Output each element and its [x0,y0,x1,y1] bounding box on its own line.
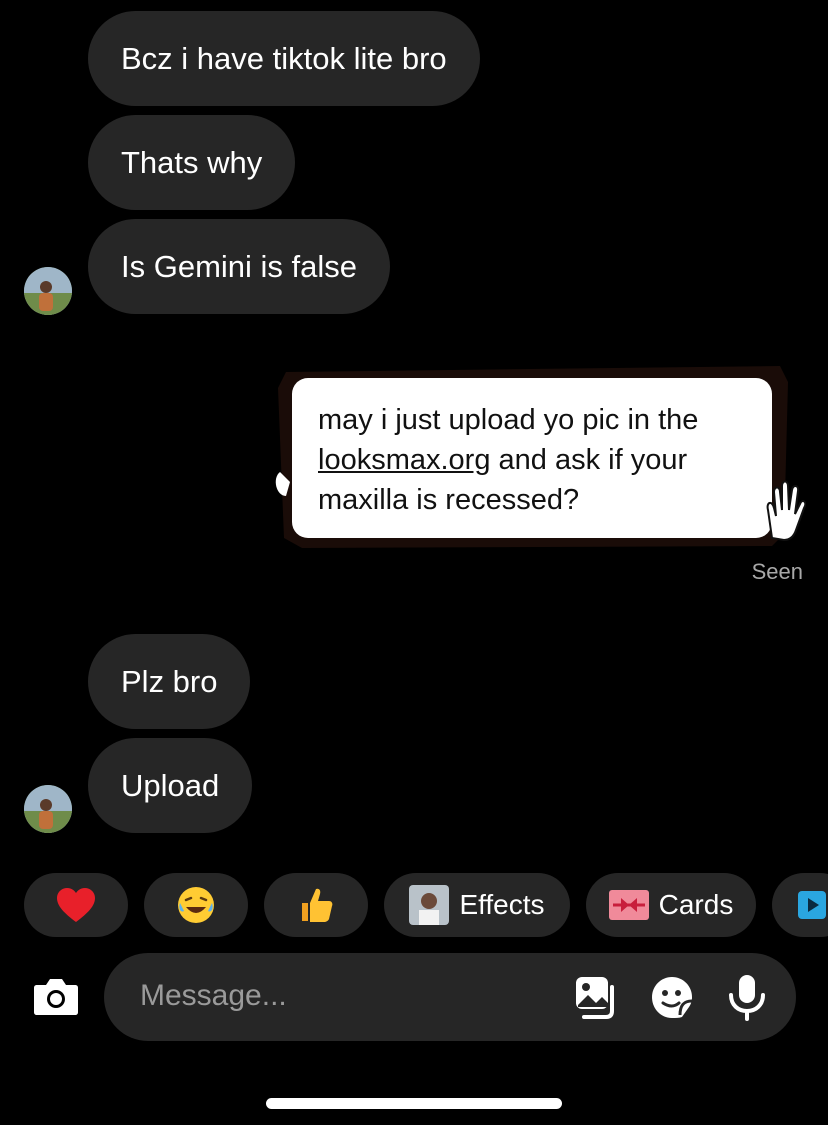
cards-chip[interactable]: Cards [586,873,756,937]
sticker-icon[interactable] [650,975,694,1019]
play-icon [798,891,826,919]
message-line: and ask if your [490,444,688,476]
effects-thumbnail-icon [409,885,450,925]
message-composer[interactable]: Message... [104,953,796,1041]
laughing-emoji-icon [178,887,214,923]
seen-status: Seen [751,559,803,584]
message-bubble[interactable]: Plz bro [88,634,251,729]
effects-chip[interactable]: Effects [384,873,570,937]
message-card: may i just upload yo pic in the looksmax… [292,378,772,538]
gallery-icon[interactable] [574,975,620,1019]
message-line: may i just upload yo pic in the [318,404,699,436]
more-options-chip[interactable] [772,873,828,937]
waving-hand-icon [766,480,806,542]
outgoing-sticker-message[interactable]: may i just upload yo pic in the looksmax… [272,362,806,552]
thumbs-up-icon [302,888,333,922]
gift-card-icon [608,890,649,920]
reaction-heart-chip[interactable] [24,873,128,937]
message-text: Is Gemini is false [121,249,358,284]
message-bubble[interactable]: Upload [88,738,253,833]
avatar[interactable] [24,267,72,315]
message-text: Thats why [121,145,263,180]
home-indicator [266,1098,562,1109]
camera-button[interactable] [33,975,79,1017]
link-looksmax[interactable]: looksmax.org [318,444,490,476]
message-bubble[interactable]: Bcz i have tiktok lite bro [88,11,480,106]
message-text: Upload [121,768,220,803]
message-text: Bcz i have tiktok lite bro [121,41,447,76]
cards-label: Cards [658,889,734,920]
avatar[interactable] [24,785,72,833]
message-input[interactable]: Message... [140,979,287,1013]
message-text: Plz bro [121,664,218,699]
message-bubble[interactable]: Is Gemini is false [88,219,391,314]
camera-icon [34,979,78,1015]
heart-icon [57,888,95,922]
effects-label: Effects [459,889,545,920]
message-bubble[interactable]: Thats why [88,115,296,210]
message-line: maxilla is recessed? [318,484,580,516]
reaction-laugh-chip[interactable] [144,873,248,937]
reaction-thumbs-up-chip[interactable] [264,873,368,937]
microphone-icon[interactable] [728,973,766,1021]
